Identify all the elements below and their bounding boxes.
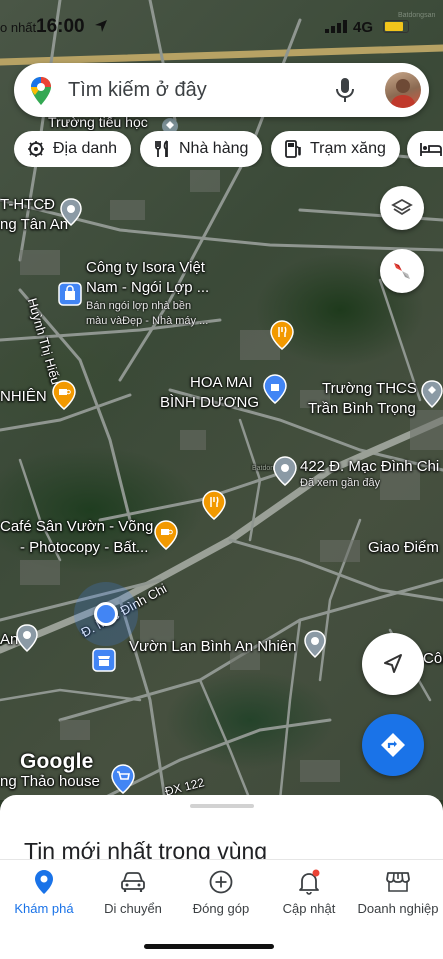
network-type: 4G <box>353 19 374 36</box>
tab-business[interactable]: Doanh nghiệp <box>354 869 442 916</box>
search-bar[interactable] <box>14 63 429 117</box>
poi-label-cafe-line1: Café Sân Vườn - Võng <box>0 518 154 535</box>
home-indicator[interactable] <box>144 944 274 949</box>
status-watermark: Batdongsan <box>398 12 436 19</box>
carrier-label: o nhất <box>0 20 37 35</box>
battery-icon <box>383 20 409 33</box>
profile-photo <box>390 79 416 108</box>
fork-knife-icon <box>155 140 168 157</box>
poi-label-thao-house: ng Thảo house <box>0 773 100 790</box>
mic-icon[interactable] <box>336 77 354 103</box>
poi-label-hoa-mai-line1: HOA MAI <box>190 374 253 391</box>
tab-commute[interactable]: Di chuyển <box>90 869 176 916</box>
my-location-button[interactable] <box>362 633 424 695</box>
poi-label-giao-diem: Giao Điểm <box>368 539 439 556</box>
poi-label-isora-line1: Công ty Isora Việt <box>86 259 205 276</box>
navigation-arrow-icon <box>384 654 402 673</box>
directions-icon <box>381 733 405 757</box>
poi-desc-isora-line2: màu vàĐẹp - Nhà máy ... <box>86 315 209 327</box>
tab-contribute[interactable]: Đóng góp <box>178 869 264 916</box>
explore-pin-icon <box>35 870 53 894</box>
poi-label-isora-line2: Nam - Ngói Lợp ... <box>86 279 210 296</box>
landmark-icon <box>28 141 44 157</box>
map-canvas[interactable]: Trường tiểu học T-HTCĐ ng Tân An Công ty… <box>0 0 443 800</box>
tab-label: Doanh nghiệp <box>357 901 439 916</box>
shop-pin-icon[interactable] <box>263 374 287 404</box>
location-pin-icon[interactable] <box>60 198 82 226</box>
poi-label-vuon-lan: Vườn Lan Bình An Nhiên <box>129 638 297 655</box>
bottom-sheet[interactable]: Tin mới nhất trong vùng <box>0 795 443 859</box>
restaurant-pin-icon[interactable] <box>270 320 294 350</box>
drag-handle[interactable] <box>190 804 254 808</box>
chip-hotels[interactable] <box>407 131 443 167</box>
school-location-pin-icon[interactable] <box>421 380 443 408</box>
layers-button[interactable] <box>380 186 424 230</box>
store-pin-icon[interactable] <box>92 648 116 672</box>
tab-label: Cập nhật <box>282 901 336 916</box>
cafe-pin-2-icon[interactable] <box>154 520 178 550</box>
chip-label: Nhà hàng <box>179 140 249 157</box>
chip-landmarks[interactable]: Địa danh <box>14 131 132 167</box>
poi-label-htcd: T-HTCĐ <box>0 196 55 213</box>
shopping-cart-pin-icon[interactable] <box>110 764 136 794</box>
restaurant-pin-2-icon[interactable] <box>202 490 226 520</box>
poi-label-nhien: NHIÊN <box>0 388 47 405</box>
garden-pin-icon[interactable] <box>304 630 326 658</box>
tab-label: Khám phá <box>14 901 74 916</box>
bed-icon <box>420 143 442 156</box>
chip-label: Trạm xăng <box>310 140 386 157</box>
cafe-pin-icon[interactable] <box>52 380 76 410</box>
signal-bars-icon <box>325 20 347 33</box>
poi-label-mac-dinh-chi: 422 Đ. Mạc Đình Chi <box>300 458 440 475</box>
directions-button[interactable] <box>362 714 424 776</box>
chip-restaurants[interactable]: Nhà hàng <box>140 131 263 167</box>
car-icon <box>121 872 145 892</box>
maps-pin-logo <box>31 77 51 105</box>
compass-icon <box>394 263 410 279</box>
compass-button[interactable] <box>380 249 424 293</box>
add-circle-icon <box>209 870 233 894</box>
layers-icon <box>391 198 413 216</box>
my-location-dot <box>74 582 138 646</box>
place-pin-icon[interactable] <box>16 624 38 652</box>
category-chips: Địa danh Nhà hàng Trạm xăng <box>14 131 443 167</box>
poi-label-thcs-line1: Trường THCS <box>322 380 417 397</box>
chip-label: Địa danh <box>53 140 118 157</box>
poi-desc-recently-viewed: Đã xem gần đây <box>300 477 381 489</box>
location-arrow-icon <box>95 20 107 32</box>
poi-label-tan-an: ng Tân An <box>0 216 69 233</box>
recent-place-pin-icon[interactable] <box>273 456 297 486</box>
google-logo: Google <box>20 750 94 773</box>
gas-pump-icon <box>285 140 301 158</box>
avatar[interactable] <box>385 72 421 108</box>
tab-explore[interactable]: Khám phá <box>1 869 87 916</box>
bell-icon <box>299 869 320 895</box>
tab-label: Di chuyển <box>104 901 162 916</box>
tab-label: Đóng góp <box>192 901 250 916</box>
clock: 16:00 <box>36 16 85 37</box>
poi-label-thcs-line2: Trần Bình Trọng <box>308 400 416 417</box>
poi-label-hoa-mai-line2: BÌNH DƯƠNG <box>160 394 260 411</box>
search-input[interactable] <box>68 73 328 107</box>
tab-updates[interactable]: Cập nhật <box>266 869 352 916</box>
poi-label-cafe-line2: - Photocopy - Bất... <box>20 539 149 556</box>
poi-desc-isora-line1: Bán ngói lợp nhà bền <box>86 300 192 312</box>
shop-bag-pin-icon[interactable] <box>58 282 82 306</box>
storefront-icon <box>386 872 410 892</box>
status-bar: o nhất 16:00 4G Batdongsan <box>0 0 443 50</box>
sheet-title: Tin mới nhất trong vùng <box>24 838 268 859</box>
poi-label-con: Côn <box>423 650 443 667</box>
chip-gas-stations[interactable]: Trạm xăng <box>271 131 400 167</box>
